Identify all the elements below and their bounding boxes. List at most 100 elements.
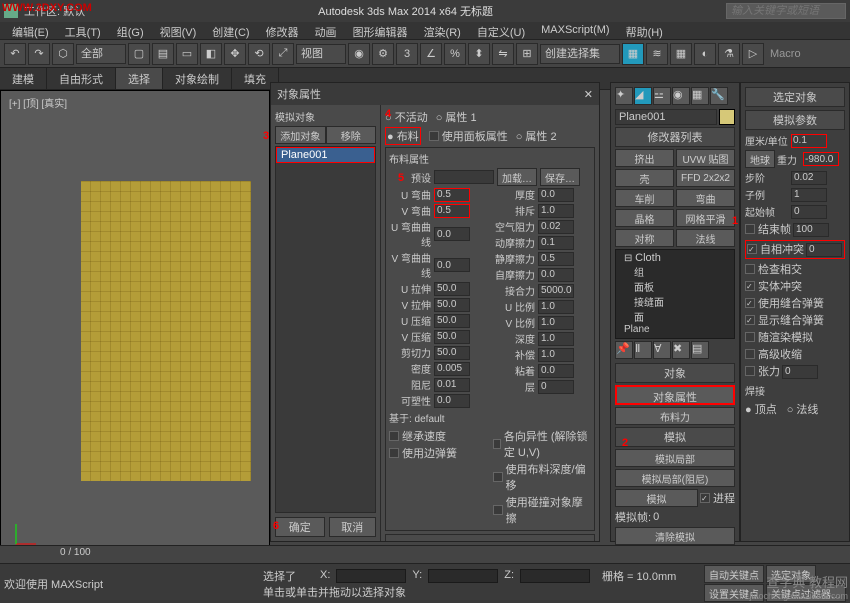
plane-object[interactable]	[81, 181, 251, 481]
menu-graph[interactable]: 图形编辑器	[345, 22, 416, 39]
self-coll-chk[interactable]: 自相冲突	[747, 241, 804, 257]
selffric-spinner[interactable]: 0.0	[538, 268, 574, 282]
radio-prop1[interactable]: ○ 属性 1	[436, 109, 477, 125]
align-button[interactable]: ⊞	[516, 43, 538, 65]
menu-views[interactable]: 视图(V)	[152, 22, 205, 39]
radio-cloth[interactable]: ● 布料	[385, 127, 421, 145]
angle-snap-button[interactable]: ∠	[420, 43, 442, 65]
use-panel-checkbox[interactable]: 使用面板属性	[429, 128, 508, 144]
create-tab-icon[interactable]: ✦	[615, 87, 633, 105]
menu-animation[interactable]: 动画	[307, 22, 345, 39]
radio-inactive[interactable]: ○ 不活动	[385, 109, 428, 125]
cloth-force-chk[interactable]: 使用布料深度/偏移	[493, 461, 591, 493]
offset-spinner[interactable]: 1.0	[538, 348, 574, 362]
u-bcurve-spinner[interactable]: 0.0	[434, 227, 470, 241]
render-button[interactable]: ▷	[742, 43, 764, 65]
menu-customize[interactable]: 自定义(U)	[469, 22, 533, 39]
gravity-spinner[interactable]: -980.0	[803, 152, 839, 166]
layer-button[interactable]: ▦	[622, 43, 644, 65]
preset-dropdown[interactable]	[434, 170, 494, 184]
hierarchy-tab-icon[interactable]: ⚍	[653, 87, 671, 105]
mod-extrude[interactable]: 挤出	[615, 149, 674, 167]
menu-tools[interactable]: 工具(T)	[57, 22, 109, 39]
modifier-stack[interactable]: ⊟ Cloth 组 面板 接缝面 面 Plane	[615, 249, 735, 339]
add-object-button[interactable]: 添加对象	[275, 126, 326, 144]
check-inter-chk[interactable]: 检查相交	[745, 261, 845, 277]
object-list-item[interactable]: Plane001	[276, 147, 375, 163]
aniso-chk[interactable]: 各向异性 (解除锁定 U,V)	[493, 428, 591, 460]
air-spinner[interactable]: 0.02	[538, 220, 574, 234]
thickness-spinner[interactable]: 0.0	[538, 188, 574, 202]
dialog-titlebar[interactable]: 对象属性 ✕	[271, 83, 599, 105]
tab-freeform[interactable]: 自由形式	[47, 68, 116, 89]
save-preset-button[interactable]: 保存…	[540, 168, 580, 186]
sim-after-chk[interactable]: 随渲染模拟	[745, 329, 845, 345]
adhere-spinner[interactable]: 0.0	[538, 364, 574, 378]
stack-face[interactable]: 面	[618, 309, 732, 324]
menu-edit[interactable]: 编辑(E)	[4, 22, 57, 39]
stack-plane[interactable]: Plane	[618, 324, 732, 335]
ok-button[interactable]: 确定	[275, 517, 325, 537]
mod-meshsmooth[interactable]: 网格平滑	[676, 209, 735, 227]
object-color-swatch[interactable]	[719, 109, 735, 125]
object-list[interactable]: Plane001	[275, 146, 376, 513]
rotate-button[interactable]: ⟲	[248, 43, 270, 65]
mod-ffd[interactable]: FFD 2x2x2	[676, 169, 735, 187]
help-search-input[interactable]	[726, 3, 846, 19]
tension-spinner[interactable]: 0	[782, 365, 818, 379]
snap-button[interactable]: 3	[396, 43, 418, 65]
vscale-spinner[interactable]: 1.0	[538, 316, 574, 330]
self-coll-spinner[interactable]: 0	[806, 243, 842, 257]
startframe-spinner[interactable]: 0	[791, 205, 827, 219]
u-comp-spinner[interactable]: 50.0	[434, 314, 470, 328]
substep-spinner[interactable]: 1	[791, 188, 827, 202]
stack-group[interactable]: 组	[618, 264, 732, 279]
modify-tab-icon[interactable]: ◢	[634, 87, 652, 105]
tab-selection[interactable]: 选择	[116, 68, 163, 89]
select-button[interactable]: ▢	[128, 43, 150, 65]
tension-chk[interactable]: 张力	[745, 363, 780, 379]
v-comp-spinner[interactable]: 50.0	[434, 330, 470, 344]
earth-button[interactable]: 地球	[745, 150, 775, 168]
spinner-snap-button[interactable]: ⬍	[468, 43, 490, 65]
edge-spring-chk[interactable]: 使用边弹簧	[389, 445, 487, 461]
statfric-spinner[interactable]: 0.5	[538, 252, 574, 266]
endframe-spinner[interactable]: 100	[793, 223, 829, 237]
mod-chamfer[interactable]: 车削	[615, 189, 674, 207]
menu-help[interactable]: 帮助(H)	[618, 22, 671, 39]
cm-unit-spinner[interactable]: 0.1	[791, 134, 827, 148]
percent-snap-button[interactable]: %	[444, 43, 466, 65]
schematic-button[interactable]: ▦	[670, 43, 692, 65]
menu-rendering[interactable]: 渲染(R)	[416, 22, 469, 39]
mod-shell[interactable]: 壳	[615, 169, 674, 187]
stack-cloth[interactable]: ⊟ Cloth	[618, 252, 732, 264]
shear-spinner[interactable]: 50.0	[434, 346, 470, 360]
show-sew-chk[interactable]: 显示缝合弹簧	[745, 312, 845, 328]
plastic-spinner[interactable]: 0.0	[434, 394, 470, 408]
material-button[interactable]: ◐	[694, 43, 716, 65]
damp-spinner[interactable]: 0.01	[434, 378, 470, 392]
stack-panel[interactable]: 面板	[618, 279, 732, 294]
select-name-button[interactable]: ▤	[152, 43, 174, 65]
sim-rollout[interactable]: 模拟	[615, 427, 735, 447]
display-tab-icon[interactable]: ▦	[691, 87, 709, 105]
uscale-spinner[interactable]: 1.0	[538, 300, 574, 314]
move-button[interactable]: ✥	[224, 43, 246, 65]
adv-shrink-chk[interactable]: 高级收缩	[745, 346, 845, 362]
tab-modeling[interactable]: 建模	[0, 68, 47, 89]
y-input[interactable]	[428, 569, 498, 583]
radio-vertex[interactable]: ● 顶点	[745, 401, 777, 417]
sew-spring-chk[interactable]: 使用缝合弹簧	[745, 295, 845, 311]
load-preset-button[interactable]: 加载…	[497, 168, 537, 186]
refcoord-dropdown[interactable]: 视图	[296, 44, 346, 64]
inherit-vel-chk[interactable]: 继承速度	[389, 428, 487, 444]
tab-object-paint[interactable]: 对象绘制	[163, 68, 232, 89]
v-bend-spinner[interactable]: 0.5	[434, 204, 470, 218]
window-crossing-button[interactable]: ◧	[200, 43, 222, 65]
remove-mod-icon[interactable]: ✖	[672, 341, 690, 359]
curve-editor-button[interactable]: ≋	[646, 43, 668, 65]
viewport-top[interactable]: [+] [顶] [真实]	[0, 90, 270, 560]
seam-spinner[interactable]: 5000.0	[538, 284, 574, 298]
sim-local-button[interactable]: 模拟局部	[615, 449, 735, 467]
close-icon[interactable]: ✕	[584, 88, 593, 101]
